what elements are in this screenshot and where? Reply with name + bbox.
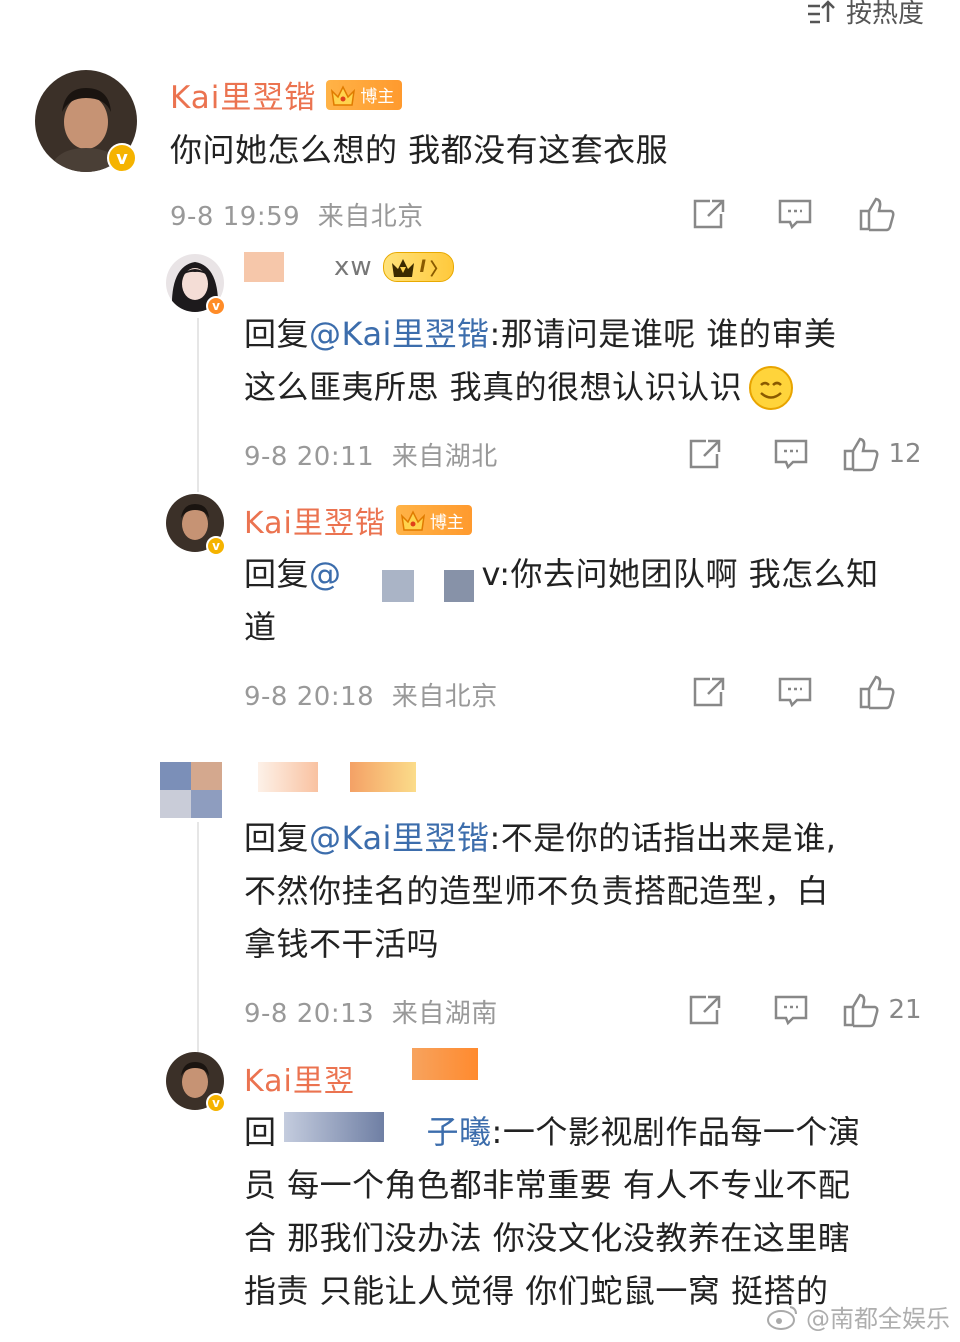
comment-location: 来自湖北	[391, 442, 498, 472]
comment-meta: 9-8 20:13 来自湖南	[244, 993, 498, 1030]
comment-time: 9-8 20:13	[244, 999, 375, 1029]
comment-meta: 9-8 20:11 来自湖北	[244, 436, 498, 473]
comment-location: 来自湖南	[391, 999, 498, 1029]
comment-actions	[666, 194, 924, 234]
like-button[interactable]: 12	[834, 434, 930, 474]
comment-actions: 21	[662, 990, 930, 1030]
mention-link[interactable]: @	[309, 555, 342, 593]
comment-location: 来自北京	[391, 682, 498, 712]
crown-icon	[391, 259, 414, 277]
share-button[interactable]	[662, 990, 748, 1030]
crown-icon	[400, 510, 425, 531]
reply-text: 回复@ v:你去问她团队啊 我怎么知 道	[244, 555, 879, 646]
like-button[interactable]	[838, 672, 924, 712]
comment-icon	[774, 439, 808, 470]
blurred-badge	[412, 1048, 478, 1080]
thread-line	[197, 318, 199, 492]
share-button[interactable]	[666, 194, 752, 234]
blurred-badge	[350, 762, 416, 792]
thread-line	[197, 822, 199, 1052]
comment-text: 你问她怎么想的 我都没有这套衣服	[170, 131, 669, 169]
reply-text: 回复@Kai里翌锴:不是你的话指出来是谁, 不然你挂名的造型师不负责搭配造型，白…	[244, 819, 837, 963]
like-count: 12	[888, 439, 922, 469]
smile-emoji-icon	[749, 365, 794, 410]
comment-time: 9-8 20:18	[244, 682, 375, 712]
comment-button[interactable]	[752, 672, 838, 712]
blurred-name	[382, 570, 414, 602]
blogger-badge: 博主	[326, 79, 403, 110]
mention-link[interactable]: 子曦	[427, 1113, 492, 1151]
share-icon	[693, 199, 725, 229]
comment-meta: 9-8 19:59 来自北京	[170, 196, 424, 233]
blurred-name	[244, 252, 284, 282]
thumbs-up-icon	[844, 437, 879, 472]
verified-icon: v	[206, 536, 226, 556]
mention-link[interactable]: @Kai里翌锴	[309, 315, 489, 353]
comment-actions: 12	[662, 434, 930, 474]
share-icon	[689, 439, 721, 469]
blurred-name	[444, 570, 474, 602]
comment-time: 9-8 20:11	[244, 442, 375, 472]
blurred-name	[258, 762, 318, 792]
sort-label: 按热度	[845, 0, 924, 29]
reply-text: 回子曦:一个影视剧作品每一个演 员 每一个角色都非常重要 有人不专业不配 合 那…	[244, 1112, 861, 1310]
user-name[interactable]: Kai里翌锴	[170, 72, 316, 117]
thumbs-up-icon	[844, 993, 879, 1028]
share-button[interactable]	[666, 672, 752, 712]
like-button[interactable]: 21	[834, 990, 930, 1030]
comment-time: 9-8 19:59	[170, 202, 301, 232]
blogger-badge: 博主	[395, 505, 472, 535]
member-badge: I 〉	[382, 252, 454, 282]
share-icon	[689, 995, 721, 1025]
reply-text: 回复@Kai里翌锴:那请问是谁呢 谁的审美 这么匪夷所思 我真的很想认识认识	[244, 308, 836, 414]
sort-toggle[interactable]: 按热度	[806, 0, 924, 29]
watermark: @南都全娱乐	[766, 1299, 950, 1334]
like-count: 21	[888, 995, 922, 1025]
comment-icon	[778, 677, 812, 708]
verified-icon: v	[206, 1093, 226, 1113]
comment-icon	[778, 199, 812, 230]
comment-location: 来自北京	[317, 202, 424, 232]
thumbs-up-icon	[859, 675, 895, 710]
weibo-logo-icon	[767, 1305, 797, 1330]
blurred-name	[284, 1112, 384, 1142]
crown-icon	[331, 84, 356, 106]
user-name[interactable]: xw	[334, 252, 373, 282]
like-button[interactable]	[838, 194, 924, 234]
comment-button[interactable]	[748, 434, 834, 474]
sort-icon	[806, 0, 836, 24]
mention-link[interactable]: @Kai里翌锴	[309, 819, 489, 857]
share-icon	[693, 677, 725, 707]
verified-icon: v	[107, 143, 137, 173]
blurred-avatar[interactable]	[160, 762, 222, 818]
share-button[interactable]	[662, 434, 748, 474]
comment-button[interactable]	[752, 194, 838, 234]
comment-icon	[774, 995, 808, 1026]
verified-icon: v	[206, 296, 226, 316]
thumbs-up-icon	[859, 197, 895, 232]
user-name[interactable]: Kai里翌	[244, 1056, 355, 1100]
comment-actions	[666, 672, 924, 712]
comment-meta: 9-8 20:18 来自北京	[244, 676, 498, 713]
user-name[interactable]: Kai里翌锴	[244, 498, 386, 542]
comment-button[interactable]	[748, 990, 834, 1030]
